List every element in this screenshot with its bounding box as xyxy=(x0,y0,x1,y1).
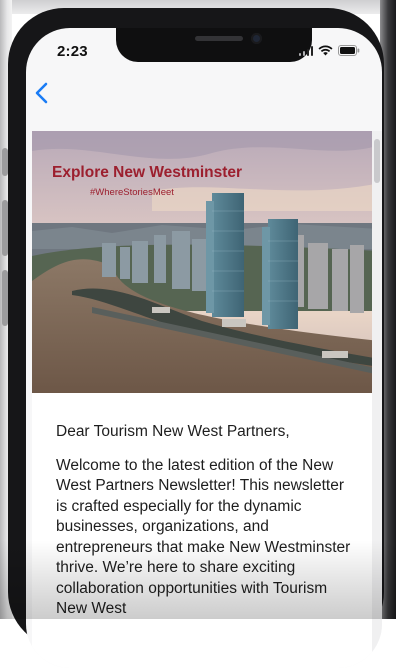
status-time: 2:23 xyxy=(57,43,88,60)
back-button[interactable] xyxy=(32,78,56,108)
newsletter-letter: Dear Tourism New West Partners, Welcome … xyxy=(56,422,356,633)
chevron-left-icon xyxy=(35,82,48,104)
content-scrollbar[interactable] xyxy=(372,131,382,668)
front-camera xyxy=(251,33,262,44)
letter-greeting: Dear Tourism New West Partners, xyxy=(56,423,290,440)
wifi-icon xyxy=(318,45,333,56)
letter-body: Welcome to the latest edition of the New… xyxy=(56,456,351,618)
speaker-grille xyxy=(195,36,243,41)
hero-title: Explore New Westminster xyxy=(52,164,243,181)
status-icons xyxy=(298,45,361,56)
hero-banner: Explore New Westminster #WhereStoriesMee… xyxy=(32,131,380,393)
scrollbar-thumb[interactable] xyxy=(374,139,380,183)
hero-hashtag: #WhereStoriesMeet xyxy=(90,187,174,198)
phone-frame: 2:23 Explore New Westminster #WhereStori… xyxy=(8,8,384,668)
newsletter-content: Explore New Westminster #WhereStoriesMee… xyxy=(32,131,380,668)
battery-icon xyxy=(338,45,360,56)
phone-screen: 2:23 Explore New Westminster #WhereStori… xyxy=(26,28,382,668)
signal-icon xyxy=(298,45,313,56)
notch xyxy=(116,28,312,62)
